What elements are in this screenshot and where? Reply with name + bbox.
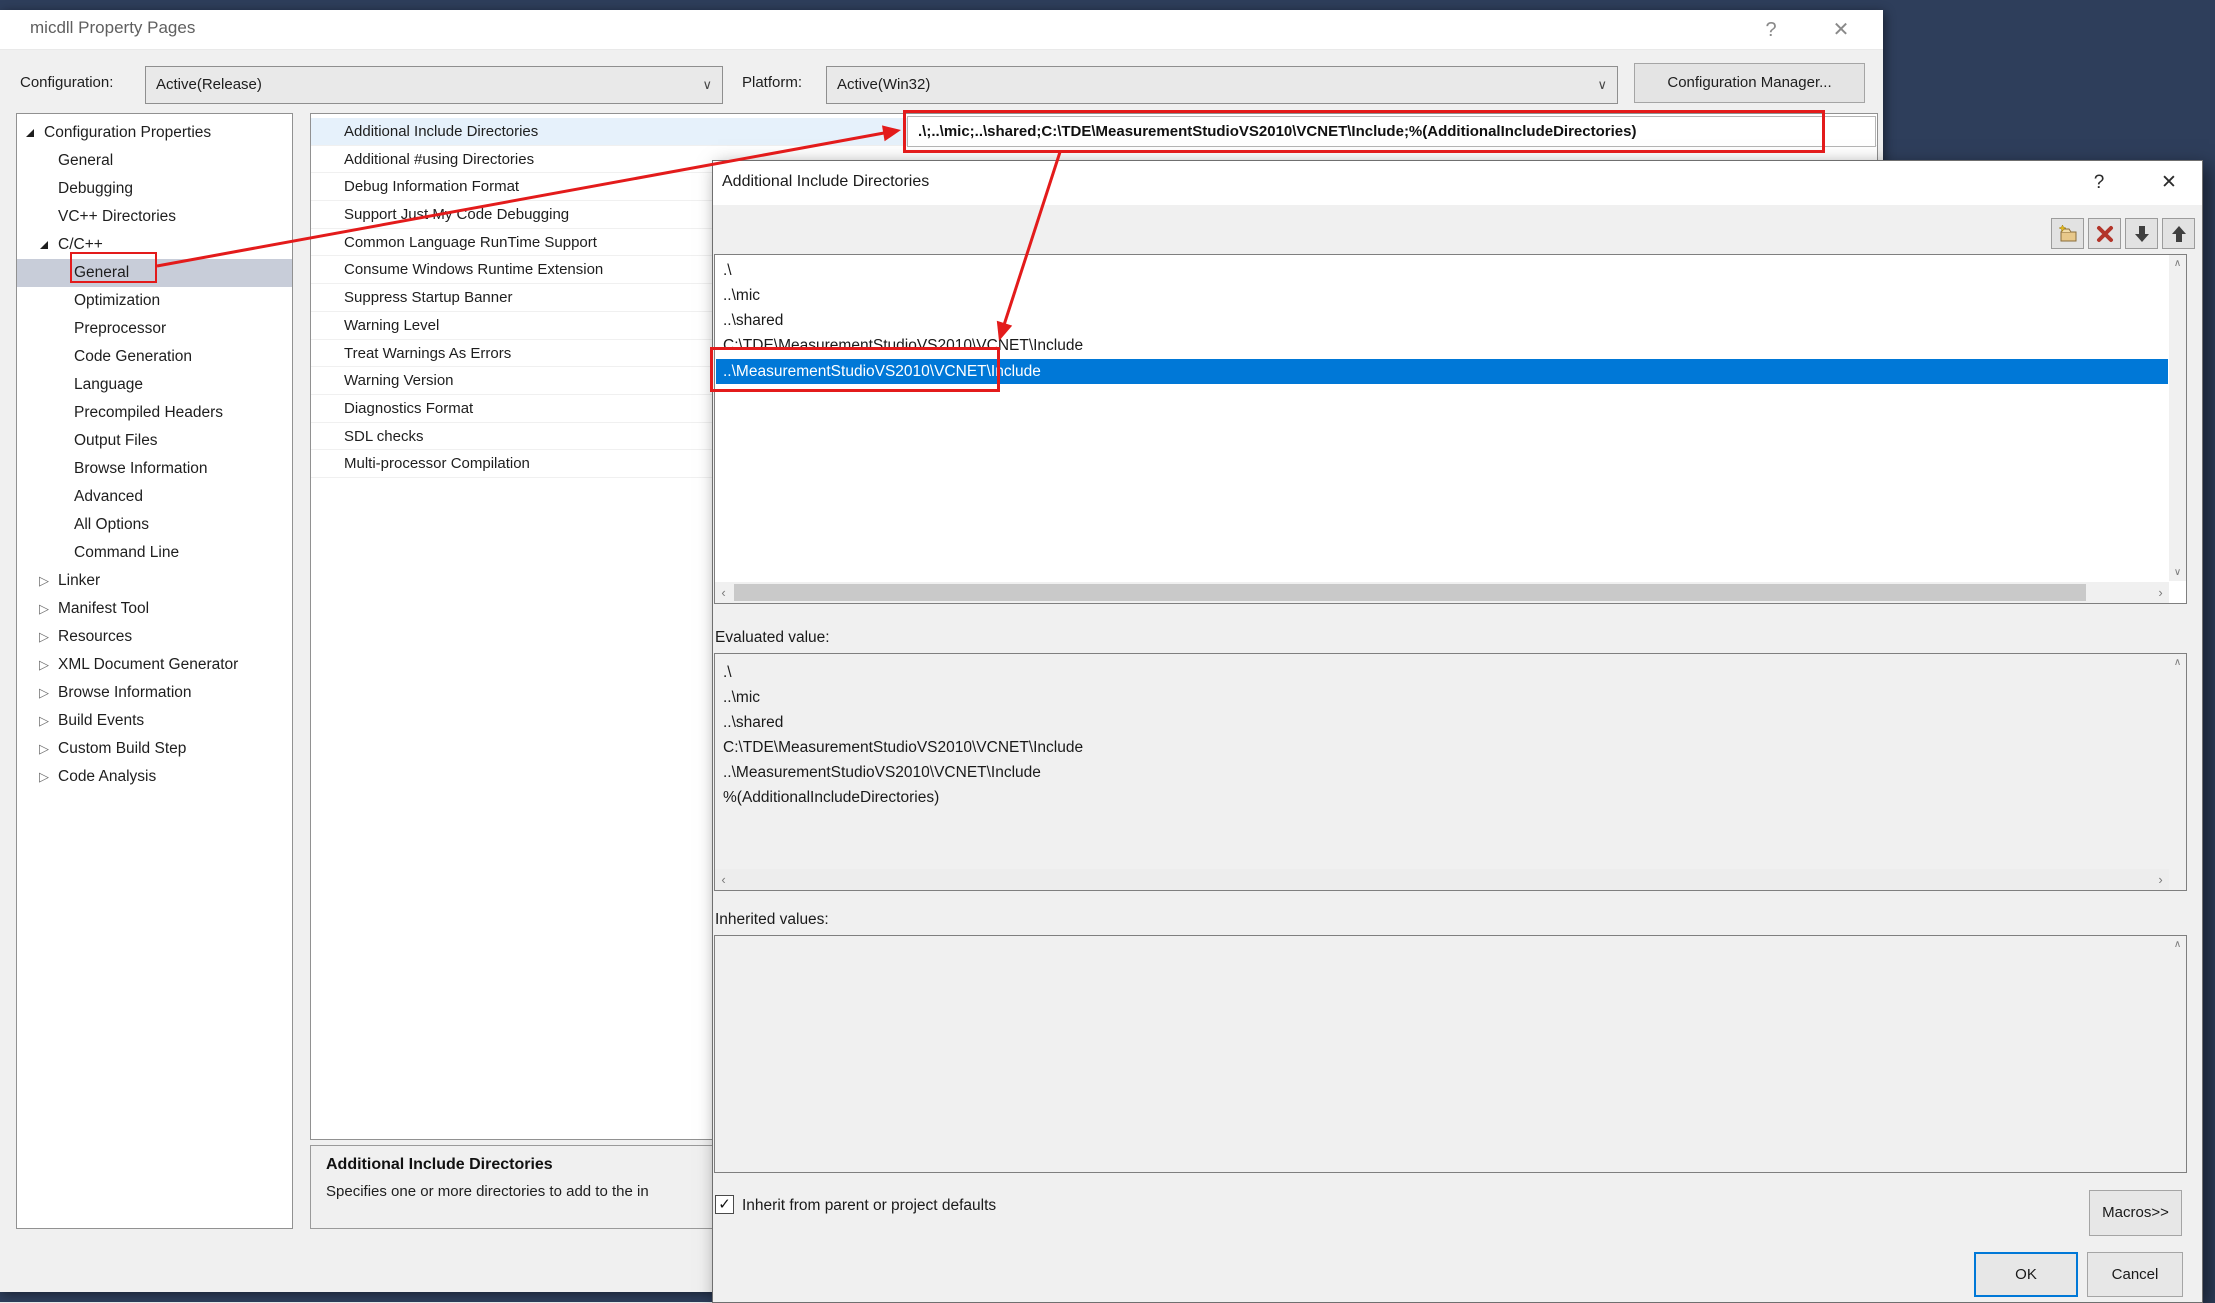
include-directories-list: .\ ..\mic ..\shared C:\TDE\MeasurementSt… xyxy=(714,254,2187,604)
evaluated-horizontal-scrollbar[interactable]: ‹ › xyxy=(715,869,2169,890)
dialog-title: Additional Include Directories xyxy=(722,173,929,191)
tree-item-optimization[interactable]: Optimization xyxy=(17,287,292,315)
tree-expanded-icon xyxy=(40,241,48,249)
tree-item-precompiled-headers[interactable]: Precompiled Headers xyxy=(17,399,292,427)
list-item-selected[interactable]: ..\MeasurementStudioVS2010\VCNET\Include xyxy=(716,359,2168,384)
include-directories-value-field[interactable]: .\;..\mic;..\shared;C:\TDE\MeasurementSt… xyxy=(907,116,1876,147)
delete-x-icon xyxy=(2095,224,2115,244)
scroll-up-icon[interactable]: ∧ xyxy=(2169,255,2186,272)
chevron-down-icon: ∨ xyxy=(1597,67,1607,103)
configuration-dropdown[interactable]: Active(Release) ∨ xyxy=(145,66,723,104)
inherited-values-box: ∧ xyxy=(714,935,2187,1173)
window-close-icon[interactable]: ✕ xyxy=(1818,15,1864,45)
arrow-down-icon xyxy=(2133,224,2151,244)
move-up-button[interactable] xyxy=(2162,218,2195,249)
tree-item-manifest-tool[interactable]: ▷Manifest Tool xyxy=(17,595,292,623)
dialog-help-icon[interactable]: ? xyxy=(2079,169,2119,197)
tree-collapsed-icon: ▷ xyxy=(39,707,49,735)
macros-button[interactable]: Macros>> xyxy=(2089,1190,2182,1236)
window-title: micdll Property Pages xyxy=(30,18,195,38)
tree-item-code-analysis[interactable]: ▷Code Analysis xyxy=(17,763,292,791)
scroll-up-icon[interactable]: ∧ xyxy=(2169,936,2186,953)
tree-collapsed-icon: ▷ xyxy=(39,763,49,791)
tree-collapsed-icon: ▷ xyxy=(39,623,49,651)
delete-line-button[interactable] xyxy=(2088,218,2121,249)
arrow-up-icon xyxy=(2170,224,2188,244)
evaluated-vertical-scrollbar[interactable]: ∧ xyxy=(2169,654,2186,869)
tree-item-preprocessor[interactable]: Preprocessor xyxy=(17,315,292,343)
tree-collapsed-icon: ▷ xyxy=(39,567,49,595)
list-horizontal-scrollbar[interactable]: ‹ › xyxy=(715,582,2169,603)
platform-dropdown[interactable]: Active(Win32) ∨ xyxy=(826,66,1618,104)
cancel-button[interactable]: Cancel xyxy=(2087,1252,2183,1297)
platform-label: Platform: xyxy=(742,74,802,91)
inherited-vertical-scrollbar[interactable]: ∧ xyxy=(2169,936,2186,1172)
new-folder-icon xyxy=(2057,224,2079,244)
list-item[interactable]: ..\shared xyxy=(716,308,2162,333)
scroll-left-icon[interactable]: ‹ xyxy=(715,869,732,890)
configuration-manager-button[interactable]: Configuration Manager... xyxy=(1634,63,1865,103)
tree-item-vcpp-directories[interactable]: VC++ Directories xyxy=(17,203,292,231)
additional-include-directories-dialog: Additional Include Directories ? ✕ .\ ..… xyxy=(712,160,2203,1303)
dialog-close-icon[interactable]: ✕ xyxy=(2149,169,2189,197)
dialog-titlebar: Additional Include Directories ? ✕ xyxy=(713,161,2202,205)
tree-item-general[interactable]: General xyxy=(17,147,292,175)
list-item[interactable]: C:\TDE\MeasurementStudioVS2010\VCNET\Inc… xyxy=(716,333,2162,358)
tree-item-browse-information[interactable]: Browse Information xyxy=(17,455,292,483)
scroll-left-icon[interactable]: ‹ xyxy=(715,582,732,603)
scroll-right-icon[interactable]: › xyxy=(2152,582,2169,603)
tree-item-command-line[interactable]: Command Line xyxy=(17,539,292,567)
tree-item-output-files[interactable]: Output Files xyxy=(17,427,292,455)
list-item[interactable]: ..\mic xyxy=(716,283,2162,308)
tree-item-code-generation[interactable]: Code Generation xyxy=(17,343,292,371)
desktop: micdll Property Pages ? ✕ Configuration:… xyxy=(0,0,2215,1303)
tree-item-resources[interactable]: ▷Resources xyxy=(17,623,292,651)
tree-item-build-events[interactable]: ▷Build Events xyxy=(17,707,292,735)
tree-item-configuration-properties[interactable]: Configuration Properties xyxy=(17,119,292,147)
scroll-right-icon[interactable]: › xyxy=(2152,869,2169,890)
ok-button[interactable]: OK xyxy=(1974,1252,2078,1297)
tree-collapsed-icon: ▷ xyxy=(39,595,49,623)
list-item[interactable]: .\ xyxy=(716,258,2162,283)
scrollbar-thumb[interactable] xyxy=(734,584,2086,601)
configuration-label: Configuration: xyxy=(20,74,113,91)
inherited-values-label: Inherited values: xyxy=(715,911,829,929)
tree-item-all-options[interactable]: All Options xyxy=(17,511,292,539)
tree-item-custom-build-step[interactable]: ▷Custom Build Step xyxy=(17,735,292,763)
tree-item-language[interactable]: Language xyxy=(17,371,292,399)
window-help-icon[interactable]: ? xyxy=(1748,15,1794,45)
inherit-defaults-checkbox[interactable]: ✓ xyxy=(715,1195,734,1214)
tree-item-browse-information-2[interactable]: ▷Browse Information xyxy=(17,679,292,707)
tree-collapsed-icon: ▷ xyxy=(39,651,49,679)
tree-item-linker[interactable]: ▷Linker xyxy=(17,567,292,595)
tree-collapsed-icon: ▷ xyxy=(39,679,49,707)
list-vertical-scrollbar[interactable]: ∧ ∨ xyxy=(2169,255,2186,581)
tree-item-xml-document-generator[interactable]: ▷XML Document Generator xyxy=(17,651,292,679)
platform-value: Active(Win32) xyxy=(837,76,930,93)
scroll-down-icon[interactable]: ∨ xyxy=(2169,564,2186,581)
tree-expanded-icon xyxy=(26,129,34,137)
window-titlebar: micdll Property Pages ? ✕ xyxy=(0,10,1883,50)
tree-item-advanced[interactable]: Advanced xyxy=(17,483,292,511)
inherit-defaults-label: Inherit from parent or project defaults xyxy=(742,1197,996,1215)
move-down-button[interactable] xyxy=(2125,218,2158,249)
tree-item-c-cpp-general[interactable]: General xyxy=(17,259,292,287)
evaluated-value-label: Evaluated value: xyxy=(715,629,830,647)
tree-item-c-cpp[interactable]: C/C++ xyxy=(17,231,292,259)
tree-collapsed-icon: ▷ xyxy=(39,735,49,763)
tree-item-debugging[interactable]: Debugging xyxy=(17,175,292,203)
evaluated-value-box: .\ ..\mic ..\shared C:\TDE\MeasurementSt… xyxy=(714,653,2187,891)
configuration-value: Active(Release) xyxy=(156,76,262,93)
new-line-button[interactable] xyxy=(2051,218,2084,249)
evaluated-value-content: .\ ..\mic ..\shared C:\TDE\MeasurementSt… xyxy=(715,660,2155,810)
scroll-up-icon[interactable]: ∧ xyxy=(2169,654,2186,671)
configuration-tree: Configuration Properties General Debuggi… xyxy=(16,113,293,1229)
check-icon: ✓ xyxy=(718,1196,731,1213)
chevron-down-icon: ∨ xyxy=(702,67,712,103)
